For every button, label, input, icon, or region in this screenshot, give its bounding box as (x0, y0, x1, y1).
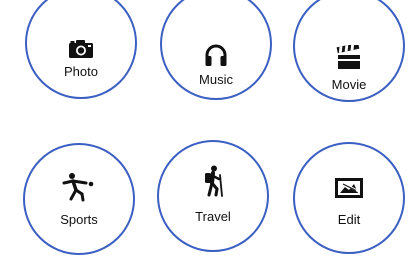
photo-label: Photo (64, 64, 98, 79)
movie-label: Movie (331, 77, 367, 92)
movie-button[interactable]: Movie (293, 0, 405, 102)
photo-button[interactable]: Photo (25, 0, 137, 99)
clapperboard-icon (336, 45, 360, 69)
sports-button[interactable]: Sports (23, 143, 135, 255)
edit-button[interactable]: Edit (293, 142, 405, 254)
camera-icon (69, 40, 93, 58)
sports-label: Sports (60, 212, 98, 227)
music-label: Music (199, 72, 233, 87)
travel-button[interactable]: Travel (157, 140, 269, 252)
music-button[interactable]: Music (160, 0, 272, 100)
hiker-icon (205, 165, 223, 197)
edit-label: Edit (337, 212, 361, 227)
cricket-player-icon (62, 173, 94, 202)
travel-label: Travel (195, 209, 231, 224)
edit-image-icon (335, 178, 363, 198)
headphones-icon (205, 44, 227, 66)
